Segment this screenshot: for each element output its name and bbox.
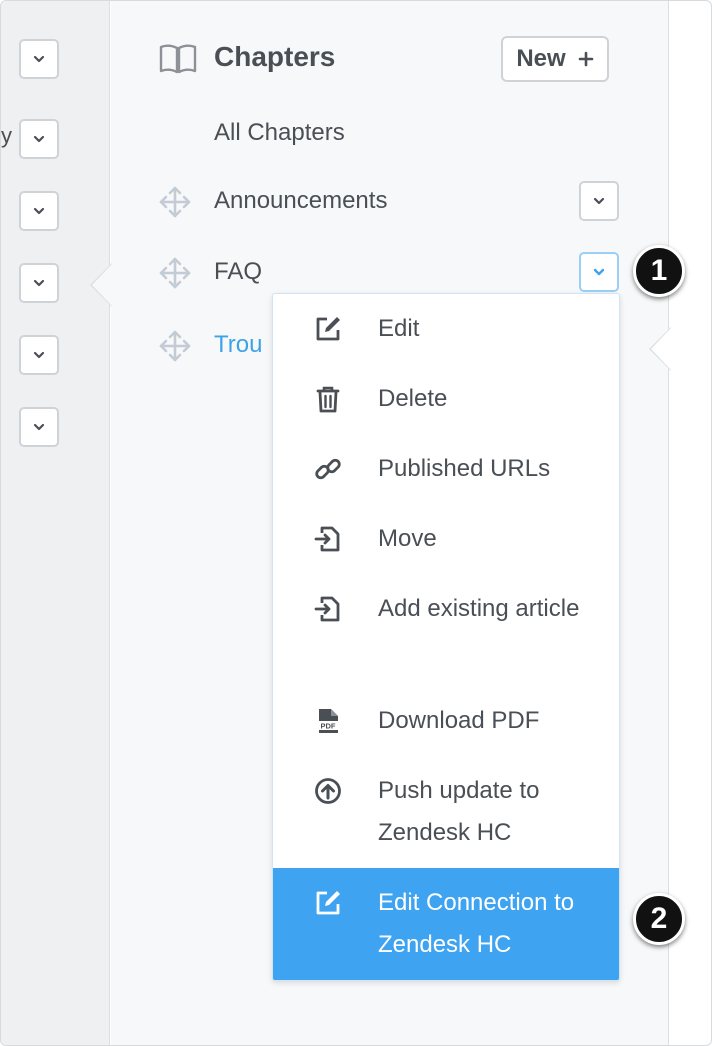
left-column: y — [1, 1, 110, 1045]
chapter-label[interactable]: Trou — [214, 331, 262, 359]
left-dropdown-button[interactable] — [19, 39, 59, 79]
callout-badge-1: 1 — [633, 245, 685, 297]
menu-item-label: Push update to Zendesk HC — [378, 777, 540, 846]
new-button-label: New — [516, 45, 566, 72]
move-handle-icon[interactable] — [158, 185, 192, 219]
menu-item-label: Delete — [378, 385, 448, 412]
detail-pointer-fill — [651, 328, 671, 370]
chapter-item-announcements[interactable]: Announcements — [158, 181, 621, 225]
edit-icon — [316, 317, 340, 341]
truncated-text: y — [1, 123, 12, 148]
upload-circle-icon — [315, 778, 341, 804]
menu-item-label: Edit — [378, 315, 420, 342]
chapter-actions-menu: Edit Delete Published URLs Move Add exis… — [272, 293, 620, 981]
svg-text:PDF: PDF — [321, 722, 336, 731]
chevron-down-icon — [593, 268, 605, 276]
trash-icon — [316, 386, 340, 413]
move-in-icon — [314, 526, 340, 552]
menu-item-move[interactable]: Move — [273, 518, 619, 588]
book-icon — [159, 44, 197, 74]
menu-item-label: Published URLs — [378, 455, 551, 482]
move-handle-icon[interactable] — [158, 329, 192, 363]
menu-item-label: Add existing article — [378, 595, 580, 622]
add-existing-icon — [314, 596, 340, 622]
left-dropdown-button[interactable] — [19, 191, 59, 231]
menu-item-published-urls[interactable]: Published URLs — [273, 448, 619, 518]
chevron-down-icon — [593, 197, 605, 205]
chevron-down-icon — [33, 423, 45, 431]
left-dropdown-button[interactable] — [19, 119, 59, 159]
chapter-item-all[interactable]: All Chapters — [158, 113, 621, 157]
menu-item-edit[interactable]: Edit — [273, 308, 619, 378]
panel-pointer-fill — [92, 264, 112, 306]
chevron-down-icon — [33, 55, 45, 63]
panel-title: Chapters — [214, 41, 336, 72]
chapter-label: Announcements — [214, 187, 388, 214]
link-icon — [315, 458, 341, 480]
chapter-item-faq[interactable]: FAQ — [158, 252, 621, 296]
app-frame: y Chapters New All Chapters Announcement… — [0, 0, 712, 1046]
left-dropdown-button[interactable] — [19, 407, 59, 447]
menu-item-add-existing-article[interactable]: Add existing article — [273, 588, 619, 700]
menu-item-edit-connection[interactable]: Edit Connection to Zendesk HC — [273, 868, 619, 980]
left-dropdown-button[interactable] — [19, 335, 59, 375]
menu-item-label: Move — [378, 525, 437, 552]
chevron-down-icon — [33, 135, 45, 143]
menu-item-push-update[interactable]: Push update to Zendesk HC — [273, 770, 619, 868]
chapter-menu-button[interactable] — [579, 252, 619, 292]
chapter-label: FAQ — [214, 258, 263, 285]
menu-item-label: Edit Connection to Zendesk HC — [378, 889, 575, 958]
chapter-menu-button[interactable] — [579, 181, 619, 221]
edit-icon — [316, 891, 340, 915]
left-dropdown-button[interactable] — [19, 263, 59, 303]
plus-icon — [578, 51, 593, 67]
chapter-label: All Chapters — [214, 119, 345, 146]
new-chapter-button[interactable]: New — [501, 36, 609, 82]
chevron-down-icon — [33, 207, 45, 215]
pdf-icon: PDF — [317, 709, 339, 733]
chevron-down-icon — [33, 279, 45, 287]
move-handle-icon[interactable] — [158, 256, 192, 290]
chevron-down-icon — [33, 351, 45, 359]
callout-badge-2: 2 — [633, 893, 685, 945]
menu-item-label: Download PDF — [378, 707, 540, 734]
menu-item-download-pdf[interactable]: PDF Download PDF — [273, 700, 619, 770]
menu-item-delete[interactable]: Delete — [273, 378, 619, 448]
